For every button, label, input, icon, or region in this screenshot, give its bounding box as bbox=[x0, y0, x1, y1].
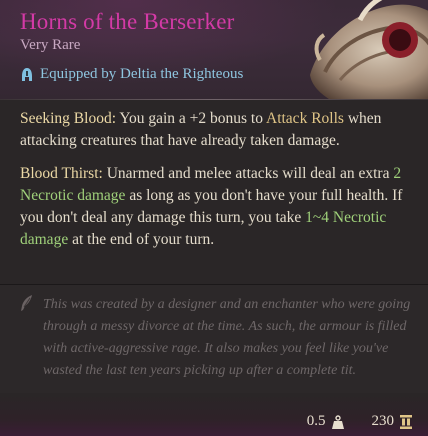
flavor-text: This was created by a designer and an en… bbox=[43, 297, 411, 378]
passives-section: Seeking Blood: You gain a +2 bonus to At… bbox=[20, 108, 412, 262]
item-art-horns bbox=[310, 0, 428, 99]
passive-text: Unarmed and melee attacks will deal an e… bbox=[102, 165, 394, 182]
equipped-status: Equipped by Deltia the Righteous bbox=[20, 66, 243, 83]
item-tooltip: Horns of the Berserker Very Rare Equippe… bbox=[0, 0, 428, 436]
quill-icon bbox=[21, 295, 32, 311]
equipped-label: Equipped by Deltia the Righteous bbox=[40, 66, 244, 82]
passive-name: Seeking Blood: bbox=[20, 110, 117, 127]
gold-value: 230 bbox=[371, 413, 395, 429]
weight-icon bbox=[331, 414, 344, 429]
footer-stats: 0.5 230 bbox=[307, 413, 412, 430]
passive-seeking-blood: Seeking Blood: You gain a +2 bonus to At… bbox=[20, 108, 412, 152]
item-rarity: Very Rare bbox=[20, 37, 81, 53]
attack-rolls-link[interactable]: Attack Rolls bbox=[266, 110, 344, 127]
header-divider bbox=[0, 99, 428, 100]
weight-value: 0.5 bbox=[306, 413, 326, 429]
passive-text: at the end of your turn. bbox=[68, 231, 215, 248]
tooltip-header: Horns of the Berserker Very Rare Equippe… bbox=[0, 0, 428, 99]
passive-name: Blood Thirst: bbox=[20, 165, 103, 182]
helmet-icon bbox=[22, 67, 32, 81]
item-name: Horns of the Berserker bbox=[20, 9, 235, 34]
gold-coins-icon bbox=[400, 414, 412, 429]
passive-text: You gain a +2 bonus to bbox=[116, 110, 266, 127]
passive-blood-thirst: Blood Thirst: Unarmed and melee attacks … bbox=[20, 163, 412, 251]
